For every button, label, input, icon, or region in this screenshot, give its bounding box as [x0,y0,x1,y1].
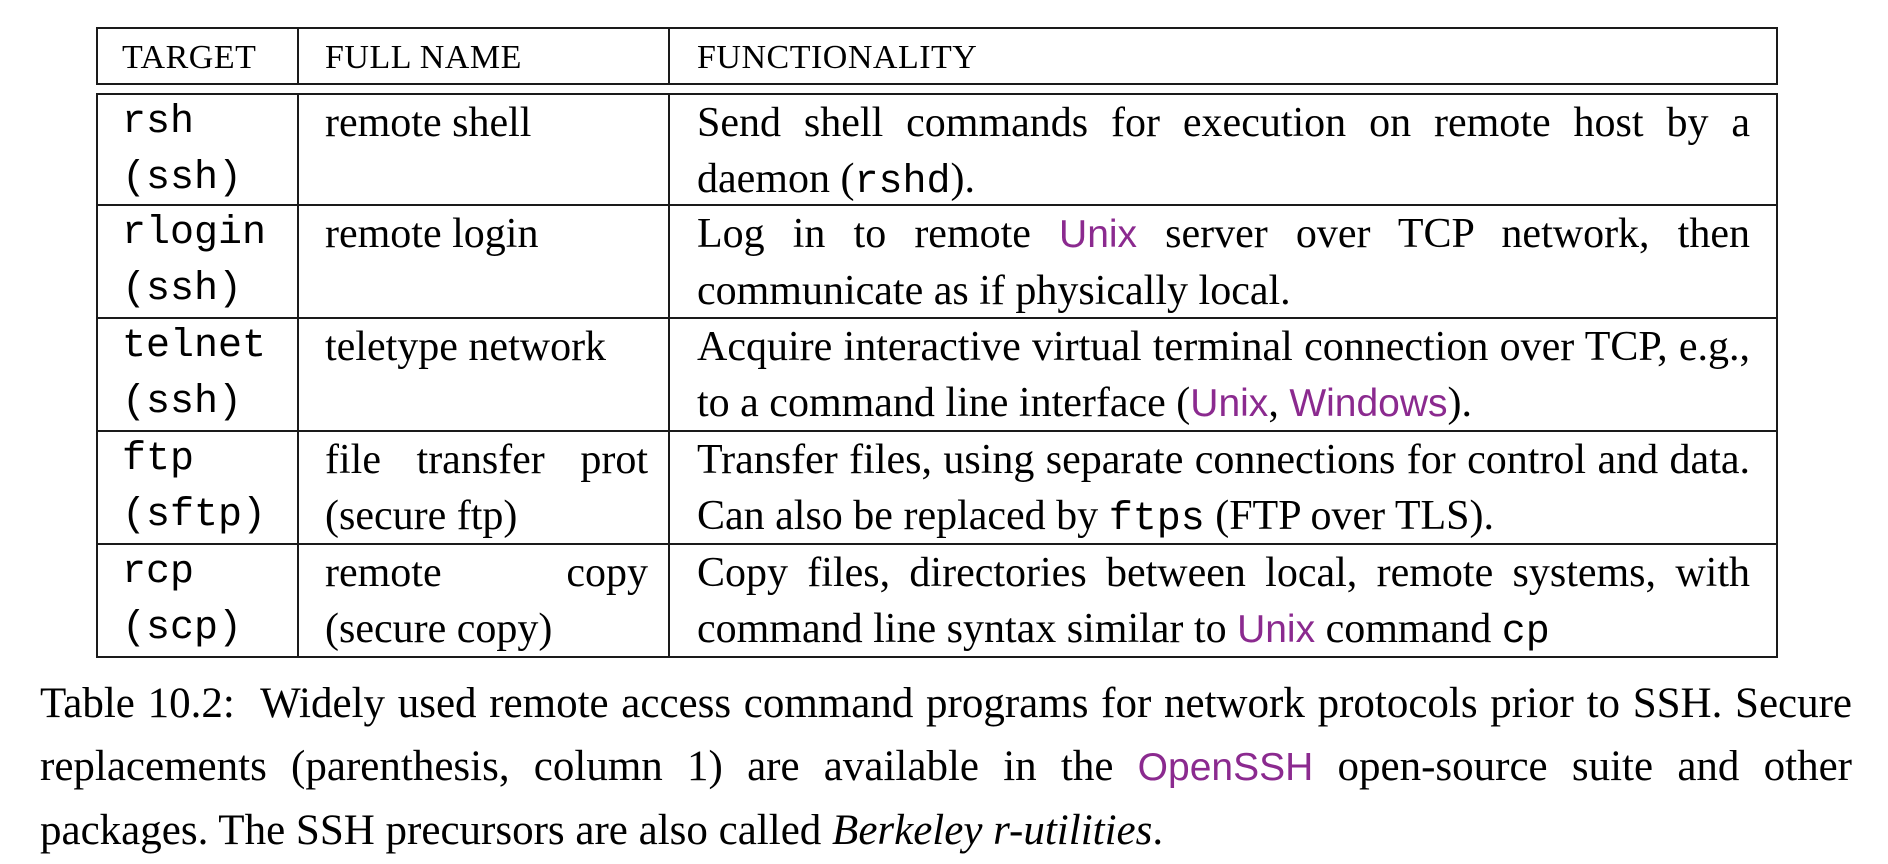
wiki-link-windows[interactable]: Windows [1289,382,1447,425]
target-command: telnet [122,324,267,369]
cell-functionality: Send shell commands for execution on rem… [670,95,1776,205]
text-run: Log in to remote [697,211,1060,257]
wiki-link-openssh[interactable]: OpenSSH [1138,746,1314,789]
cell-full-name: remote login [299,206,670,317]
text-run: command [1315,606,1502,652]
emphasis-term: Berkeley r-utilities [832,807,1153,854]
target-command: rcp [122,550,195,595]
caption-label: Table 10.2: [40,680,235,727]
wiki-link-unix[interactable]: Unix [1059,213,1137,256]
header-full-name: FULL NAME [299,29,670,83]
cell-functionality: Copy files, directories between local, r… [670,545,1776,656]
table-row: ftp (sftp) file transfer prot (secure ftp) T… [96,432,1778,545]
functionality-text: Acquire interactive virtual terminal con… [697,319,1750,432]
full-name-line: remote shell [325,100,532,146]
text-run: . [1152,807,1164,854]
cell-functionality: Transfer files, using separate connectio… [670,432,1776,543]
cell-full-name: remote copy (secure copy) [299,545,670,656]
functionality-text: Transfer files, using separate connectio… [697,432,1750,548]
secure-replacement: (sftp) [122,493,267,538]
header-target: TARGET [98,29,299,83]
code-term: ftps [1108,497,1205,542]
header-functionality: FUNCTIONALITY [697,39,978,76]
secure-replacement: (scp) [122,606,243,651]
full-name-line: remote copy [325,550,648,596]
cell-full-name: remote shell [299,95,670,204]
table-body: rsh (ssh) remote shell Send shell commands … [96,93,1778,658]
full-name-line: remote login [325,211,539,257]
full-name-line: (secure ftp) [325,493,518,539]
table-caption: Table 10.2: Widely used remote access co… [40,672,1852,862]
cell-target: ftp (sftp) [98,432,299,543]
target-command: rlogin [122,211,267,256]
functionality-text: Send shell commands for execution on rem… [697,95,1750,211]
table-row: telnet (ssh) teletype network Acquire inter… [96,319,1778,432]
caption-text: Widely used remote access command progra… [40,680,1852,854]
text-run: ). [950,156,975,202]
secure-replacement: (ssh) [122,156,243,201]
text-run: Copy files, directories between local, r… [697,550,1750,652]
cell-target: telnet (ssh) [98,319,299,430]
secure-replacement: (ssh) [122,267,243,312]
table-row: rlogin (ssh) remote login Log in to remote … [96,206,1778,319]
target-command: rsh [122,100,195,145]
remote-access-table: TARGET FULL NAME FUNCTIONALITY rsh (ssh) r… [96,27,1778,658]
header-separator [96,85,1778,93]
code-term: rshd [854,160,951,205]
cell-full-name: file transfer prot (secure ftp) [299,432,670,543]
functionality-text: Log in to remote Unix server over TCP ne… [697,206,1750,319]
code-term: cp [1501,610,1550,655]
table-row: rsh (ssh) remote shell Send shell commands … [96,93,1778,206]
full-name-line: teletype network [325,324,607,370]
functionality-text: Copy files, directories between local, r… [697,545,1750,661]
cell-target: rcp (scp) [98,545,299,656]
full-name-line: (secure copy) [325,606,553,652]
wiki-link-unix[interactable]: Unix [1190,382,1268,425]
secure-replacement: (ssh) [122,380,243,425]
cell-functionality: Log in to remote Unix server over TCP ne… [670,206,1776,317]
table-header-row: TARGET FULL NAME FUNCTIONALITY [96,27,1778,85]
text-run: , [1268,380,1290,426]
cell-functionality: Acquire interactive virtual terminal con… [670,319,1776,430]
cell-target: rlogin (ssh) [98,206,299,317]
full-name-line: file transfer prot [325,437,648,483]
cell-full-name: teletype network [299,319,670,430]
wiki-link-unix[interactable]: Unix [1237,608,1315,651]
text-run: (FTP over TLS). [1204,493,1495,539]
table-row: rcp (scp) remote copy (secure copy) Copy fil… [96,545,1778,658]
cell-target: rsh (ssh) [98,95,299,204]
text-run: ). [1447,380,1473,426]
target-command: ftp [122,437,195,482]
